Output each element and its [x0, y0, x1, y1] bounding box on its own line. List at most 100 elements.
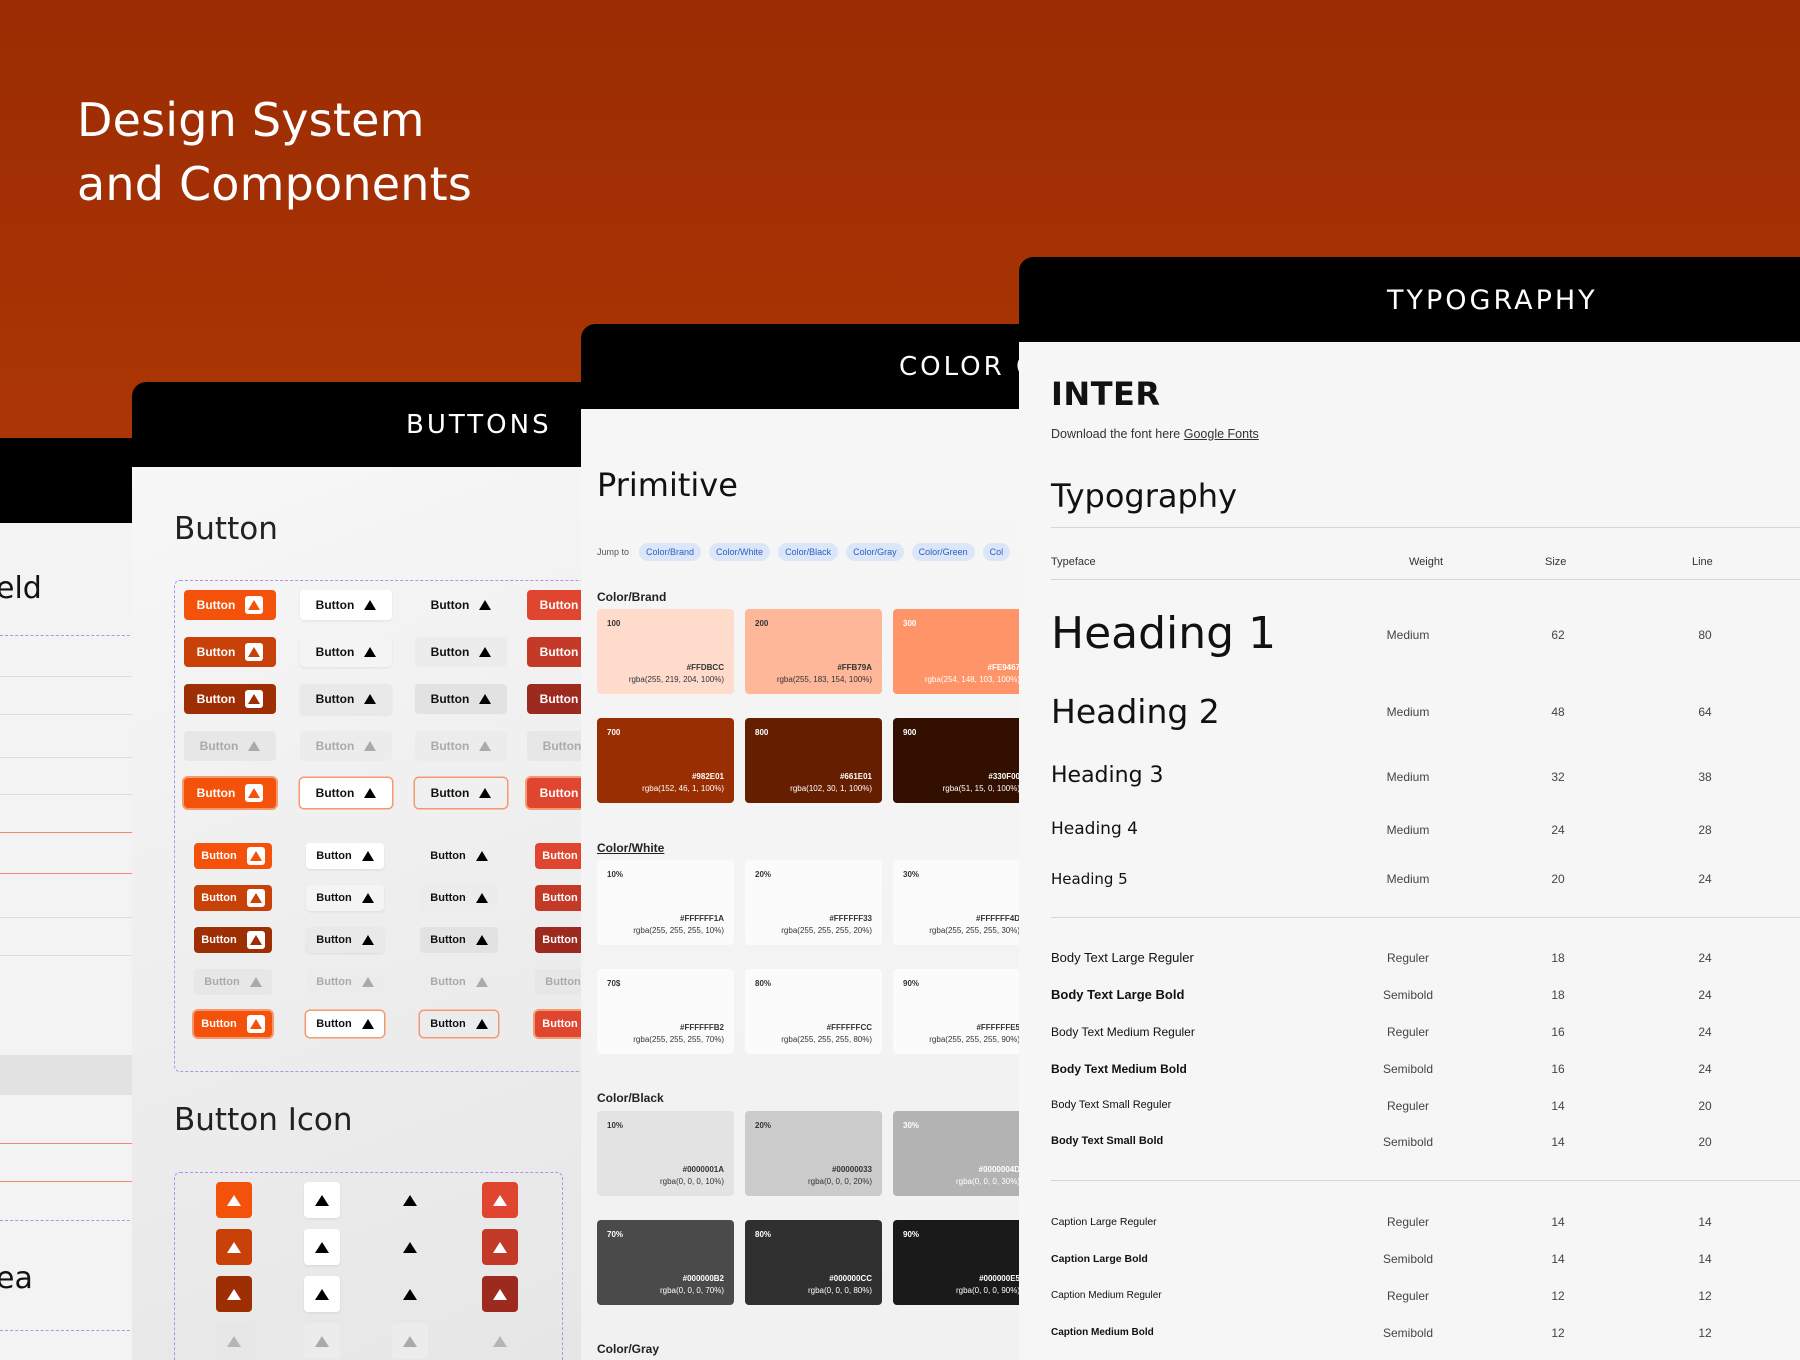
- triangle-icon: [227, 1241, 241, 1253]
- button-label: Button: [430, 692, 470, 706]
- color-swatch[interactable]: 80% #000000CC rgba(0, 0, 0, 80%): [745, 1220, 882, 1305]
- icon-button[interactable]: [304, 1182, 340, 1218]
- danger-button[interactable]: Button: [535, 885, 582, 911]
- chip-color-gray[interactable]: Color/Gray: [846, 543, 904, 561]
- icon-button[interactable]: [392, 1276, 428, 1312]
- color-swatch[interactable]: 70$ #FFFFFFB2 rgba(255, 255, 255, 70%): [597, 969, 734, 1054]
- icon-button[interactable]: [216, 1182, 252, 1218]
- danger-button[interactable]: Button: [527, 590, 582, 620]
- danger-button[interactable]: Button: [527, 731, 582, 761]
- ghost-button[interactable]: Button: [420, 843, 498, 869]
- primary-button[interactable]: Button: [194, 1011, 272, 1037]
- field-input[interactable]: [0, 955, 140, 956]
- color-swatch[interactable]: 80% #FFFFFFCC rgba(255, 255, 255, 80%): [745, 969, 882, 1054]
- chip-color-brand[interactable]: Color/Brand: [639, 543, 702, 561]
- ghost-button[interactable]: Button: [415, 731, 507, 761]
- secondary-button[interactable]: Button: [306, 885, 384, 911]
- icon-button[interactable]: [482, 1276, 518, 1312]
- icon-button[interactable]: [304, 1229, 340, 1265]
- field-input-error[interactable]: [0, 832, 140, 833]
- ghost-button[interactable]: Button: [420, 969, 498, 995]
- danger-button[interactable]: Button: [535, 927, 582, 953]
- icon-button[interactable]: [304, 1323, 340, 1359]
- field-input-error[interactable]: [0, 873, 140, 874]
- icon-button[interactable]: [216, 1323, 252, 1359]
- primary-button[interactable]: Button: [184, 637, 276, 667]
- secondary-button[interactable]: Button: [300, 778, 392, 808]
- primary-button[interactable]: Button: [194, 885, 272, 911]
- primary-button[interactable]: Button: [184, 731, 276, 761]
- color-swatch[interactable]: 20% #00000033 rgba(0, 0, 0, 20%): [745, 1111, 882, 1196]
- icon-button[interactable]: [482, 1229, 518, 1265]
- secondary-button[interactable]: Button: [300, 590, 392, 620]
- color-swatch[interactable]: 10% #FFFFFF1A rgba(255, 255, 255, 10%): [597, 860, 734, 945]
- ghost-button[interactable]: Button: [415, 684, 507, 714]
- icon-button[interactable]: [482, 1182, 518, 1218]
- secondary-button[interactable]: Button: [306, 927, 384, 953]
- icon-button[interactable]: [392, 1323, 428, 1359]
- color-swatch[interactable]: 100 #FFDBCC rgba(255, 219, 204, 100%): [597, 609, 734, 694]
- ghost-button[interactable]: Button: [415, 778, 507, 808]
- danger-button[interactable]: Button: [535, 969, 582, 995]
- danger-button[interactable]: Button: [527, 684, 582, 714]
- chip-color-white[interactable]: Color/White: [709, 543, 771, 561]
- danger-button[interactable]: Button: [535, 1011, 582, 1037]
- chip-color-more[interactable]: Col: [982, 543, 1011, 561]
- ghost-button[interactable]: Button: [420, 927, 498, 953]
- google-fonts-link[interactable]: Google Fonts: [1184, 427, 1259, 441]
- ghost-button[interactable]: Button: [420, 885, 498, 911]
- swatch-rgba: rgba(255, 255, 255, 30%): [929, 926, 1020, 935]
- triangle-icon: [493, 1335, 507, 1347]
- color-swatch[interactable]: 30% #FFFFFF4D rgba(255, 255, 255, 30%): [893, 860, 1021, 945]
- primary-button[interactable]: Button: [194, 969, 272, 995]
- color-swatch[interactable]: 800 #661E01 rgba(102, 30, 1, 100%): [745, 718, 882, 803]
- secondary-button[interactable]: Button: [306, 969, 384, 995]
- color-swatch[interactable]: 900 #330F00 rgba(51, 15, 0, 100%): [893, 718, 1021, 803]
- primary-button[interactable]: Button: [184, 684, 276, 714]
- color-swatch[interactable]: 90% #000000E5 rgba(0, 0, 0, 90%): [893, 1220, 1021, 1305]
- secondary-button[interactable]: Button: [300, 637, 392, 667]
- ghost-button[interactable]: Button: [415, 590, 507, 620]
- icon-button[interactable]: [482, 1323, 518, 1359]
- secondary-button[interactable]: Button: [300, 684, 392, 714]
- ghost-button[interactable]: Button: [415, 637, 507, 667]
- primary-button[interactable]: Button: [194, 843, 272, 869]
- danger-button[interactable]: Button: [527, 778, 582, 808]
- color-swatch[interactable]: 70% #000000B2 rgba(0, 0, 0, 70%): [597, 1220, 734, 1305]
- field-input[interactable]: [0, 917, 140, 918]
- section-color-white[interactable]: Color/White: [597, 841, 664, 855]
- swatch-rgba: rgba(255, 255, 255, 80%): [781, 1035, 872, 1044]
- swatch-rgba: rgba(0, 0, 0, 80%): [807, 1286, 872, 1295]
- primary-button[interactable]: Button: [184, 778, 276, 808]
- ghost-button[interactable]: Button: [420, 1011, 498, 1037]
- color-swatch[interactable]: 200 #FFB79A rgba(255, 183, 154, 100%): [745, 609, 882, 694]
- secondary-button[interactable]: Button: [306, 1011, 384, 1037]
- icon-button[interactable]: [392, 1182, 428, 1218]
- secondary-button[interactable]: Button: [306, 843, 384, 869]
- color-swatch[interactable]: 300 #FE9467 rgba(254, 148, 103, 100%): [893, 609, 1021, 694]
- chip-color-black[interactable]: Color/Black: [778, 543, 839, 561]
- field-input[interactable]: [0, 676, 140, 677]
- field-input-error[interactable]: [0, 1143, 140, 1144]
- icon-button[interactable]: [304, 1276, 340, 1312]
- color-swatch[interactable]: 10% #0000001A rgba(0, 0, 0, 10%): [597, 1111, 734, 1196]
- color-swatch[interactable]: 30% #0000004D rgba(0, 0, 0, 30%): [893, 1111, 1021, 1196]
- color-swatch[interactable]: 90% #FFFFFFE5 rgba(255, 255, 255, 90%): [893, 969, 1021, 1054]
- secondary-button[interactable]: Button: [300, 731, 392, 761]
- primary-button[interactable]: Button: [184, 590, 276, 620]
- field-input[interactable]: [0, 794, 140, 795]
- primary-button[interactable]: Button: [194, 927, 272, 953]
- type-weight: Reguler: [1386, 1215, 1430, 1229]
- field-input[interactable]: [0, 714, 140, 715]
- type-size: 18: [1551, 988, 1565, 1002]
- color-swatch[interactable]: 20% #FFFFFF33 rgba(255, 255, 255, 20%): [745, 860, 882, 945]
- icon-button[interactable]: [216, 1229, 252, 1265]
- icon-button[interactable]: [216, 1276, 252, 1312]
- icon-button[interactable]: [392, 1229, 428, 1265]
- field-input-error[interactable]: [0, 1181, 140, 1182]
- chip-color-green[interactable]: Color/Green: [911, 543, 975, 561]
- field-input[interactable]: [0, 757, 140, 758]
- danger-button[interactable]: Button: [535, 843, 582, 869]
- color-swatch[interactable]: 700 #982E01 rgba(152, 46, 1, 100%): [597, 718, 734, 803]
- danger-button[interactable]: Button: [527, 637, 582, 667]
